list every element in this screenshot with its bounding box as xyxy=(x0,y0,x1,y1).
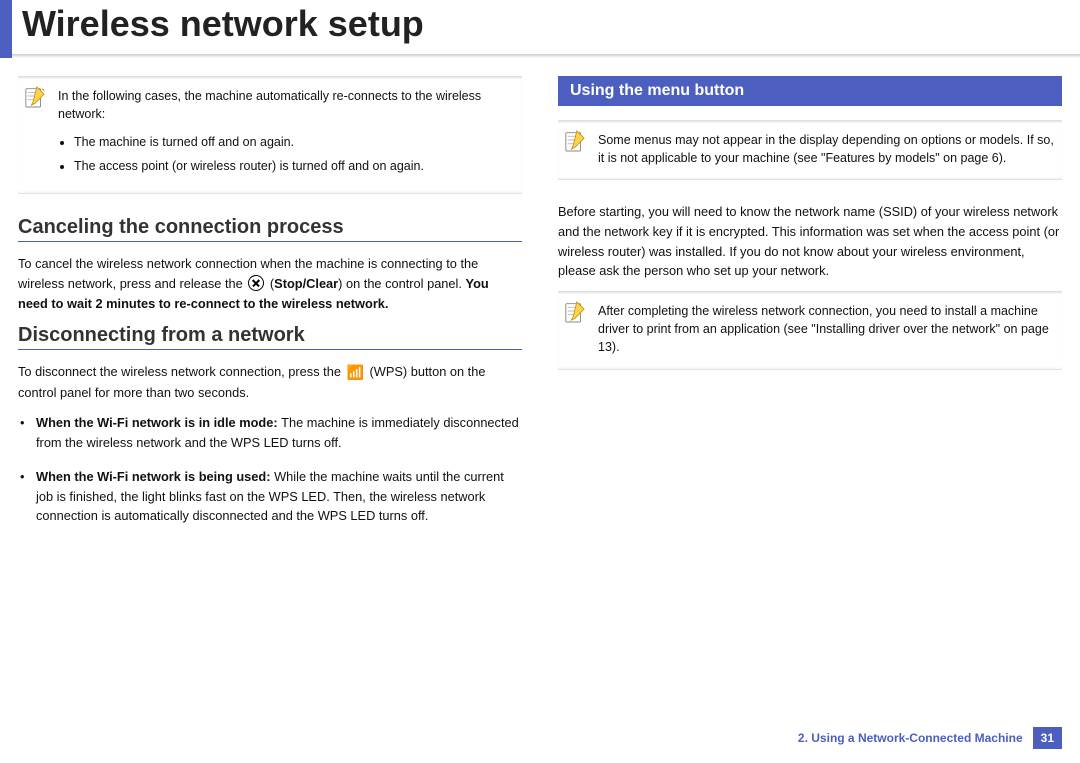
disconnecting-paragraph: To disconnect the wireless network conne… xyxy=(18,362,522,404)
disc-item-bold: When the Wi-Fi network is in idle mode: xyxy=(36,415,281,430)
menu-button-banner: Using the menu button xyxy=(558,76,1062,106)
cancel-text-c: ) on the control panel. xyxy=(338,276,465,291)
disconnecting-heading: Disconnecting from a network xyxy=(18,324,522,350)
note-item: The machine is turned off and on again. xyxy=(74,133,516,151)
note-text: Some menus may not appear in the display… xyxy=(598,131,1056,167)
menu-visibility-note: Some menus may not appear in the display… xyxy=(558,120,1062,180)
reconnect-note: In the following cases, the machine auto… xyxy=(18,76,522,195)
page-title: Wireless network setup xyxy=(22,4,1080,44)
stop-clear-icon xyxy=(248,275,264,291)
note-intro-text: In the following cases, the machine auto… xyxy=(58,87,516,123)
ssid-paragraph: Before starting, you will need to know t… xyxy=(558,202,1062,281)
disconnecting-list: When the Wi-Fi network is in idle mode: … xyxy=(18,413,522,526)
note-text: After completing the wireless network co… xyxy=(598,302,1056,356)
title-block: Wireless network setup xyxy=(0,0,1080,44)
note-item: The access point (or wireless router) is… xyxy=(74,157,516,175)
canceling-paragraph: To cancel the wireless network connectio… xyxy=(18,254,522,313)
page-number: 31 xyxy=(1033,727,1062,749)
stop-clear-label: Stop/Clear xyxy=(274,276,338,291)
footer: 2. Using a Network-Connected Machine 31 xyxy=(798,727,1062,749)
driver-install-note: After completing the wireless network co… xyxy=(558,291,1062,369)
list-item: When the Wi-Fi network is being used: Wh… xyxy=(32,467,522,526)
left-column: In the following cases, the machine auto… xyxy=(18,76,522,541)
list-item: When the Wi-Fi network is in idle mode: … xyxy=(32,413,522,453)
canceling-heading: Canceling the connection process xyxy=(18,216,522,242)
right-column: Using the menu button Some menus may not… xyxy=(558,76,1062,541)
note-reconnect-list: The machine is turned off and on again. … xyxy=(58,133,516,175)
note-icon xyxy=(564,300,586,324)
note-icon xyxy=(24,85,46,109)
disc-text-a: To disconnect the wireless network conne… xyxy=(18,364,345,379)
note-icon xyxy=(564,129,586,153)
chapter-label: 2. Using a Network-Connected Machine xyxy=(798,731,1023,745)
wps-icon: 📶 xyxy=(347,362,364,384)
disc-item-bold: When the Wi-Fi network is being used: xyxy=(36,469,274,484)
content-columns: In the following cases, the machine auto… xyxy=(0,58,1080,541)
